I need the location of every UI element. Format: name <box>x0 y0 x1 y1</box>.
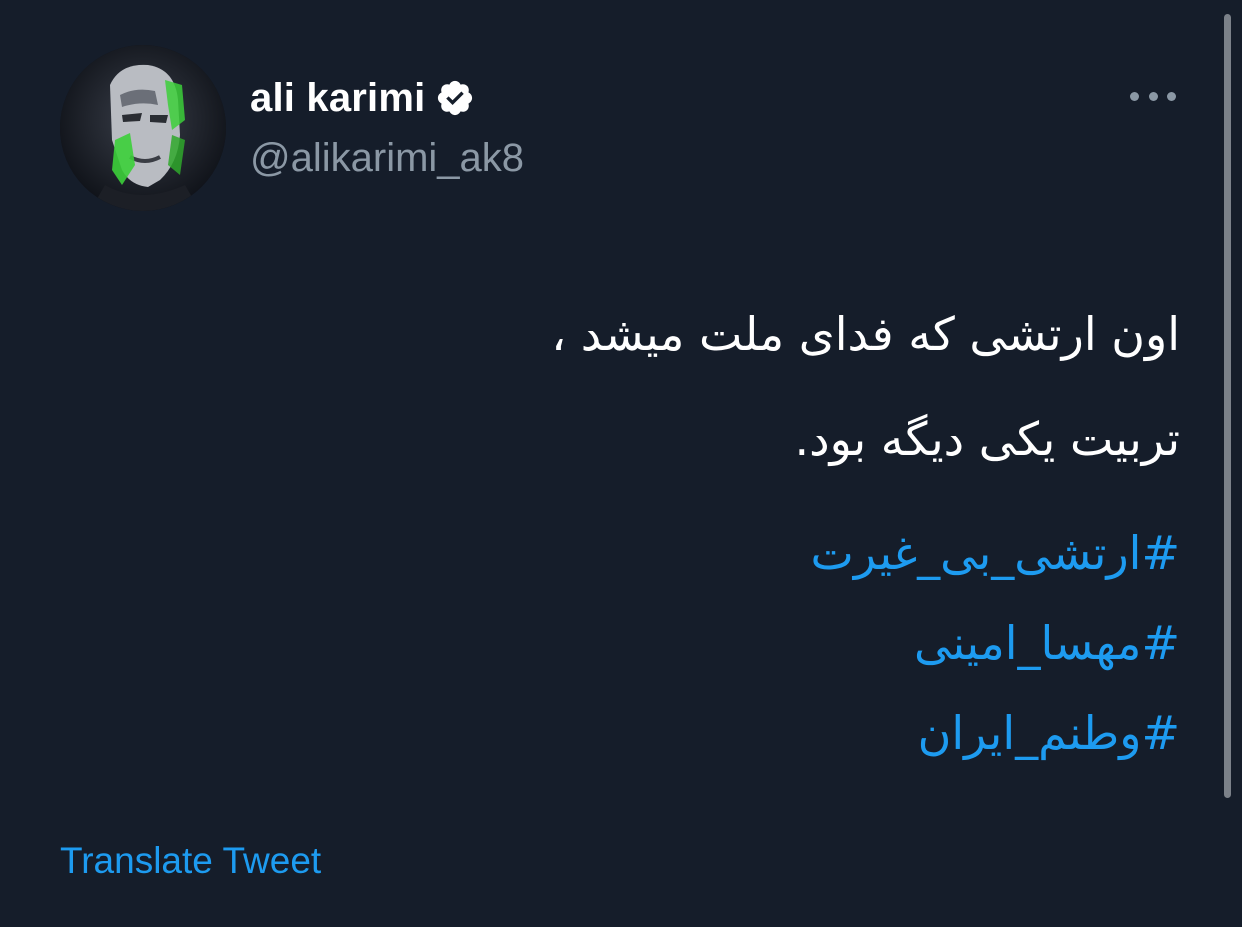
more-dot <box>1148 91 1158 101</box>
hashtag-link[interactable]: #ارتشی_بی_غیرت <box>180 508 1180 598</box>
avatar-image <box>60 45 226 211</box>
tweet-text-line: اون ارتشی که فدای ملت میشد ، <box>551 307 1180 361</box>
verified-badge-icon <box>435 78 475 118</box>
author-display-name[interactable]: ali karimi <box>250 72 475 124</box>
translate-tweet-link[interactable]: Translate Tweet <box>60 840 321 882</box>
hashtag-link[interactable]: #مهسا_امینی <box>180 598 1180 688</box>
author-handle[interactable]: @alikarimi_ak8 <box>250 136 524 181</box>
tweet-text: اون ارتشی که فدای ملت میشد ، تربیت یکی د… <box>180 282 1180 492</box>
more-dot <box>1130 91 1139 101</box>
hashtag-link[interactable]: #وطنم_ایران <box>180 688 1180 778</box>
scrollbar-thumb[interactable] <box>1224 14 1231 798</box>
more-dot <box>1167 91 1176 101</box>
tweet-hashtags: #ارتشی_بی_غیرت #مهسا_امینی #وطنم_ایران <box>180 508 1180 778</box>
scrollbar[interactable] <box>1222 14 1234 798</box>
tweet-text-line: تربیت یکی دیگه بود. <box>794 412 1180 466</box>
avatar[interactable] <box>60 45 226 211</box>
more-options-icon[interactable] <box>1130 84 1176 108</box>
display-name-text: ali karimi <box>250 75 426 120</box>
